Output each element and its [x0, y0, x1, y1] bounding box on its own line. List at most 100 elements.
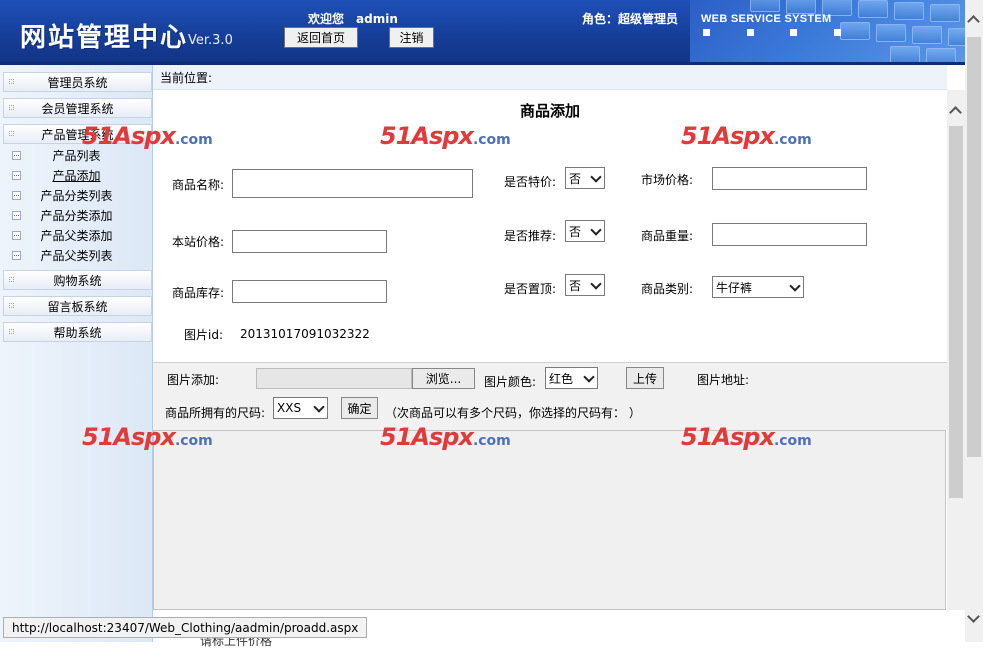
window-scrollbar[interactable]	[965, 0, 983, 642]
site-logo: 网站管理中心	[20, 23, 189, 53]
sidebar-group-shopping[interactable]: 购物系统	[3, 270, 152, 290]
product-name-label: 商品名称:	[172, 178, 225, 192]
market-price-input[interactable]	[712, 167, 867, 190]
image-gallery	[153, 430, 946, 610]
scroll-thumb[interactable]	[967, 37, 981, 457]
username: admin	[356, 12, 398, 26]
header-square-icon	[703, 29, 710, 36]
system-name: WEB SERVICE SYSTEM	[701, 13, 832, 25]
scroll-up-icon[interactable]	[949, 106, 962, 119]
pic-id-label: 图片id:	[184, 328, 223, 342]
header-square-icon	[790, 29, 797, 36]
role-text: 角色：超级管理员	[582, 12, 679, 26]
pic-color-label: 图片颜色:	[484, 375, 537, 389]
special-select[interactable]: 否	[565, 167, 605, 189]
watermark-logo: 51Aspx.com	[681, 122, 812, 150]
watermark-logo: 51Aspx.com	[380, 122, 511, 150]
keyboard-graphic	[690, 0, 965, 62]
sidebar-item-category-add[interactable]: 产品分类添加	[12, 206, 152, 224]
category-label: 商品类别:	[641, 282, 694, 296]
recommend-select[interactable]: 否	[565, 220, 605, 242]
home-button[interactable]: 返回首页	[284, 27, 358, 48]
size-hint: （次商品可以有多个尺码，你选择的尺码有： ）	[385, 406, 641, 420]
sidebar-item-parent-list[interactable]: 产品父类列表	[12, 246, 152, 264]
tree-node-icon	[12, 210, 21, 220]
product-form: 商品添加 商品名称: 是否特价: 否 市场价格: 本站价格: 是否推荐: 否 商…	[153, 90, 947, 362]
version-label: Ver.3.0	[188, 33, 233, 48]
sidebar-item-parent-add[interactable]: 产品父类添加	[12, 226, 152, 244]
stock-input[interactable]	[232, 280, 387, 303]
pic-id-value: 20131017091032322	[240, 327, 370, 341]
scroll-down-icon[interactable]	[967, 610, 980, 623]
confirm-size-button[interactable]: 确定	[341, 397, 378, 419]
logout-button[interactable]: 注销	[389, 27, 434, 48]
category-select[interactable]: 牛仔裤	[712, 276, 804, 298]
breadcrumb-bar: 当前位置:	[153, 65, 947, 90]
page-title: 商品添加	[519, 102, 580, 120]
header-square-icon	[747, 29, 754, 36]
chevron-down-icon	[789, 280, 801, 292]
watermark-logo: 51Aspx.com	[82, 122, 213, 150]
dot-icon	[9, 277, 14, 282]
header-square-icon	[834, 29, 841, 36]
tree-node-icon	[12, 250, 21, 260]
chevron-down-icon	[583, 371, 595, 383]
watermark-logo: 51Aspx.com	[380, 423, 511, 451]
scroll-up-icon[interactable]	[967, 15, 980, 28]
welcome-text: 欢迎您 admin	[308, 10, 398, 27]
sidebar-group-label: 帮助系统	[53, 325, 102, 340]
dot-icon	[9, 329, 14, 334]
watermark-logo: 51Aspx.com	[82, 423, 213, 451]
product-name-input[interactable]	[232, 169, 473, 198]
watermark-logo: 51Aspx.com	[681, 423, 812, 451]
top-label: 是否置顶:	[504, 282, 557, 296]
dot-icon	[9, 303, 14, 308]
chevron-down-icon	[590, 224, 602, 236]
tree-node-icon	[12, 230, 21, 240]
pic-address-label: 图片地址:	[697, 373, 750, 387]
sidebar-item-product-add[interactable]: 产品添加	[12, 166, 152, 184]
dot-icon	[9, 79, 14, 84]
header-banner: 网站管理中心 Ver.3.0 欢迎您 admin 返回首页 注销 角色：超级管理员…	[0, 0, 965, 62]
chevron-down-icon	[590, 278, 602, 290]
pic-add-label: 图片添加:	[167, 373, 220, 387]
upload-panel: 图片添加: 浏览... 图片颜色: 红色 上传 图片地址: 商品所拥有的尺码: …	[153, 362, 947, 430]
sidebar-item-category-list[interactable]: 产品分类列表	[12, 186, 152, 204]
size-label: 商品所拥有的尺码:	[165, 406, 266, 420]
sidebar-group-label: 会员管理系统	[41, 101, 114, 116]
special-label: 是否特价:	[504, 175, 557, 189]
tree-node-icon	[12, 170, 21, 180]
sidebar-group-members[interactable]: 会员管理系统	[3, 98, 152, 118]
tree-node-icon	[12, 190, 21, 200]
top-select[interactable]: 否	[565, 274, 605, 296]
sidebar-group-admin[interactable]: 管理员系统	[3, 72, 152, 92]
scroll-thumb[interactable]	[949, 126, 963, 498]
sidebar-group-help[interactable]: 帮助系统	[3, 322, 152, 342]
sidebar-group-label: 留言板系统	[47, 299, 108, 314]
market-price-label: 市场价格:	[641, 173, 694, 187]
recommend-label: 是否推荐:	[504, 229, 557, 243]
site-price-label: 本站价格:	[172, 235, 225, 249]
file-path-input[interactable]	[256, 368, 412, 389]
browse-button[interactable]: 浏览...	[412, 368, 475, 389]
weight-input[interactable]	[712, 223, 867, 246]
sidebar-group-label: 购物系统	[53, 273, 102, 288]
welcome-label: 欢迎您	[308, 12, 345, 26]
sidebar-group-label: 管理员系统	[47, 75, 108, 90]
stock-label: 商品库存:	[172, 286, 225, 300]
content-scrollbar[interactable]	[947, 90, 965, 610]
site-price-input[interactable]	[232, 230, 387, 253]
sidebar: 管理员系统 会员管理系统 产品管理系统 产品列表 产品添加 产品分类列表 产品分…	[0, 65, 153, 642]
chevron-down-icon	[313, 401, 325, 413]
status-url-tooltip: http://localhost:23407/Web_Clothing/aadm…	[3, 617, 368, 638]
pic-color-select[interactable]: 红色	[545, 367, 598, 389]
tree-node-icon	[12, 150, 21, 160]
chevron-down-icon	[590, 171, 602, 183]
weight-label: 商品重量:	[641, 229, 694, 243]
upload-button[interactable]: 上传	[626, 367, 664, 389]
dot-icon	[9, 105, 14, 110]
dot-icon	[9, 131, 14, 136]
size-select[interactable]: XXS	[273, 397, 328, 419]
sidebar-group-guestbook[interactable]: 留言板系统	[3, 296, 152, 316]
breadcrumb: 当前位置:	[160, 71, 213, 85]
